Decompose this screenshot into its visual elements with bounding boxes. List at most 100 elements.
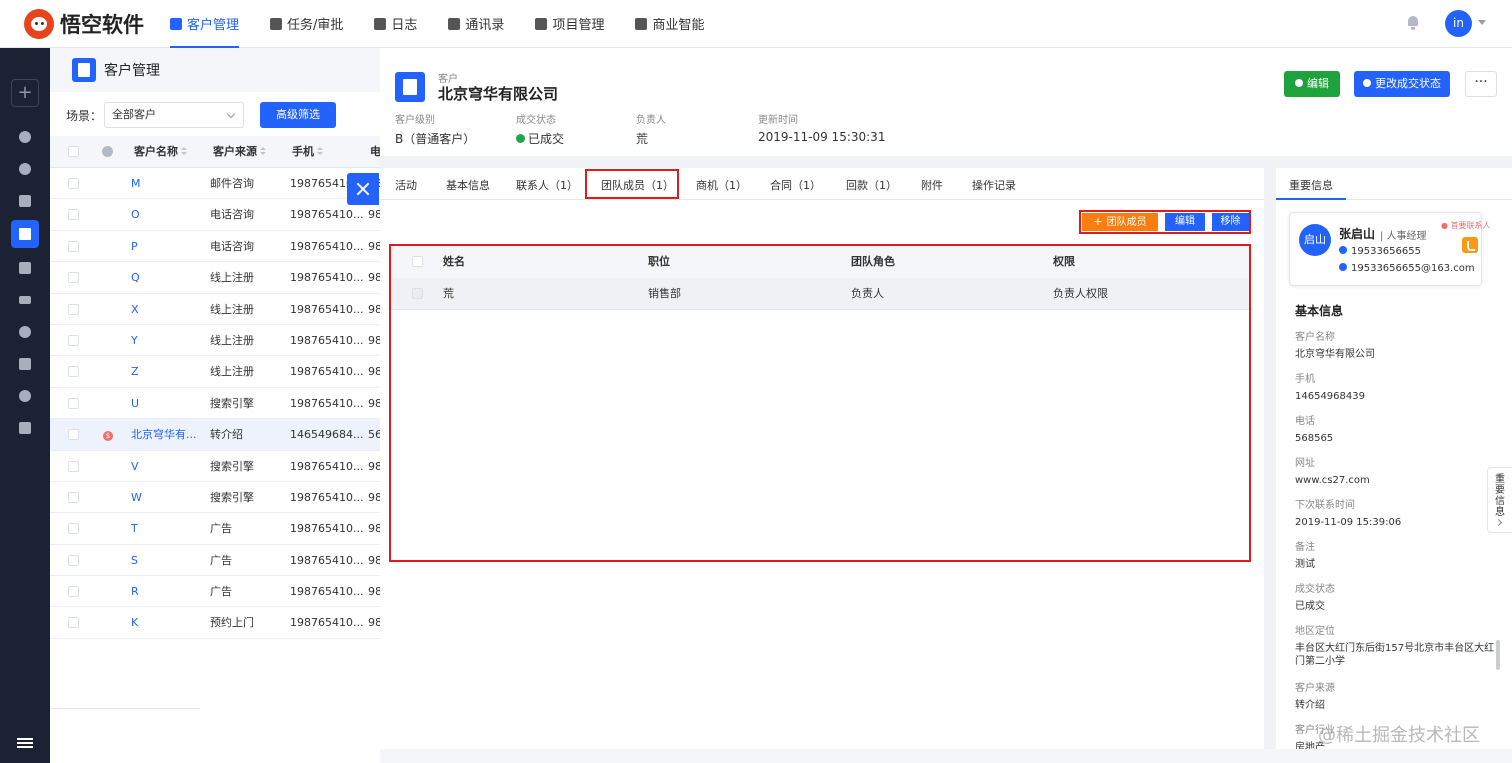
row-checkbox[interactable]	[68, 303, 79, 315]
tab-important-info[interactable]: 重要信息	[1276, 168, 1346, 200]
tab-contracts[interactable]: 合同（1）	[770, 168, 821, 200]
tab-operation-log[interactable]: 操作记录	[972, 168, 1016, 200]
table-row[interactable]: $ 北京穹华有... 转介绍 146549684... 56	[50, 419, 380, 451]
contact-icon[interactable]	[19, 262, 31, 274]
nav-item-bi[interactable]: 商业智能	[635, 0, 704, 48]
nav-item-project[interactable]: 项目管理	[535, 0, 604, 48]
more-button[interactable]: ···	[1465, 71, 1497, 97]
user-avatar[interactable]: in	[1445, 10, 1472, 37]
col-customer-name[interactable]: 客户名称	[134, 136, 187, 168]
important-info-side-handle[interactable]: 重要信息	[1487, 467, 1512, 533]
row-checkbox[interactable]	[68, 334, 79, 346]
scene-select[interactable]: 全部客户	[104, 102, 245, 128]
table-row[interactable]: Z 线上注册 198765410... 98	[50, 356, 380, 388]
table-row[interactable]: 荒 销售部 负责人 负责人权限	[391, 278, 1249, 310]
table-row[interactable]: X 线上注册 198765410... 98	[50, 294, 380, 325]
tab-attachments[interactable]: 附件	[921, 168, 943, 200]
col-label: 客户名称	[134, 145, 178, 158]
opportunity-icon[interactable]	[19, 296, 31, 304]
row-checkbox[interactable]	[68, 460, 79, 472]
col-customer-source[interactable]: 客户来源	[213, 136, 266, 168]
customer-name-link[interactable]: T	[131, 513, 205, 544]
customer-name-link[interactable]: K	[131, 607, 205, 638]
advanced-filter-button[interactable]: 高级筛选	[260, 102, 337, 128]
sort-icon[interactable]	[260, 147, 266, 156]
nav-item-contacts[interactable]: 通讯录	[448, 0, 504, 48]
customer-name-link[interactable]: Q	[131, 262, 205, 293]
call-button[interactable]	[1462, 237, 1478, 253]
table-row[interactable]: M邮件咨询198765410...98	[50, 168, 380, 200]
customer-name-link[interactable]: Z	[131, 356, 205, 387]
collapse-menu-icon[interactable]	[17, 738, 33, 748]
tab-opportunities[interactable]: 商机（1）	[696, 168, 747, 200]
nav-item-log[interactable]: 日志	[374, 0, 417, 48]
table-row[interactable]: Y 线上注册 198765410... 98	[50, 325, 380, 357]
row-checkbox[interactable]	[68, 397, 79, 409]
row-checkbox[interactable]	[68, 429, 79, 441]
scrollbar[interactable]	[1496, 640, 1500, 670]
sort-icon[interactable]	[181, 147, 187, 156]
table-row[interactable]: K 预约上门 198765410... 98	[50, 607, 380, 639]
select-all-checkbox[interactable]	[68, 146, 79, 157]
table-row[interactable]: O 电话咨询 198765410... 98	[50, 199, 380, 231]
col-phone[interactable]: 手机	[292, 136, 323, 168]
customer-name-link[interactable]: V	[131, 451, 205, 482]
row-checkbox[interactable]	[68, 240, 79, 252]
logo[interactable]: 悟空软件	[24, 8, 170, 39]
bag-icon[interactable]	[19, 390, 31, 402]
customer-name-link[interactable]: Y	[131, 325, 205, 356]
table-row[interactable]: U 搜索引擎 198765410... 98	[50, 388, 380, 420]
row-checkbox[interactable]	[412, 288, 423, 299]
row-checkbox[interactable]	[68, 491, 79, 503]
row-checkbox[interactable]	[68, 178, 79, 189]
nav-item-task[interactable]: 任务/审批	[270, 0, 343, 48]
sidebar-item-customer[interactable]	[11, 220, 39, 248]
money-icon[interactable]	[19, 326, 31, 338]
edit-button[interactable]: 编辑	[1284, 71, 1340, 97]
add-team-member-button[interactable]: + 团队成员	[1082, 213, 1158, 231]
row-checkbox[interactable]	[68, 209, 79, 221]
row-checkbox[interactable]	[68, 617, 79, 629]
table-row[interactable]: P 电话咨询 198765410... 98	[50, 231, 380, 263]
tab-contacts[interactable]: 联系人（1）	[516, 168, 578, 200]
contract-icon[interactable]	[19, 358, 31, 370]
select-all-checkbox[interactable]	[412, 256, 423, 267]
product-icon[interactable]	[19, 422, 31, 434]
transfer-icon[interactable]	[19, 195, 31, 207]
row-checkbox[interactable]	[68, 272, 79, 284]
table-row[interactable]: S 广告 198765410... 98	[50, 545, 380, 577]
tab-activity[interactable]: 活动	[395, 168, 417, 200]
customer-name-link[interactable]: W	[131, 482, 205, 513]
customer-name-link[interactable]: M	[131, 168, 205, 199]
customer-name-link[interactable]: S	[131, 545, 205, 576]
close-detail-button[interactable]	[347, 173, 379, 205]
tab-basic-info[interactable]: 基本信息	[446, 168, 490, 200]
bell-icon[interactable]	[1406, 16, 1420, 30]
add-icon[interactable]: +	[11, 79, 39, 107]
customer-name-link[interactable]: O	[131, 199, 205, 230]
table-row[interactable]: T 广告 198765410... 98	[50, 513, 380, 545]
row-checkbox[interactable]	[68, 523, 79, 535]
change-deal-status-button[interactable]: 更改成交状态	[1354, 71, 1450, 97]
tab-payments[interactable]: 回款（1）	[846, 168, 897, 200]
row-checkbox[interactable]	[68, 554, 79, 566]
row-checkbox[interactable]	[68, 366, 79, 378]
dashboard-icon[interactable]	[19, 131, 31, 143]
customer-name-link[interactable]: 北京穹华有...	[131, 419, 205, 450]
table-row[interactable]: Q 线上注册 198765410... 98	[50, 262, 380, 294]
edit-team-member-button[interactable]: 编辑	[1165, 213, 1205, 231]
row-checkbox[interactable]	[68, 586, 79, 598]
customer-name-link[interactable]: U	[131, 388, 205, 419]
table-row[interactable]: R 广告 198765410... 98	[50, 576, 380, 608]
sort-icon[interactable]	[317, 147, 323, 156]
customer-name-link[interactable]: X	[131, 294, 205, 325]
remove-team-member-button[interactable]: 移除	[1212, 213, 1249, 231]
table-row[interactable]: W 搜索引擎 198765410... 98	[50, 482, 380, 514]
table-row[interactable]: V 搜索引擎 198765410... 98	[50, 451, 380, 482]
customer-name-link[interactable]: R	[131, 576, 205, 607]
primary-contact-card[interactable]: 启山 张启山 | 人事经理 ● 首要联系人 19533656655 195336…	[1289, 212, 1491, 286]
nav-item-customer[interactable]: 客户管理	[170, 0, 240, 48]
caret-down-icon[interactable]	[1478, 20, 1486, 25]
message-icon[interactable]	[19, 163, 31, 175]
customer-name-link[interactable]: P	[131, 231, 205, 262]
